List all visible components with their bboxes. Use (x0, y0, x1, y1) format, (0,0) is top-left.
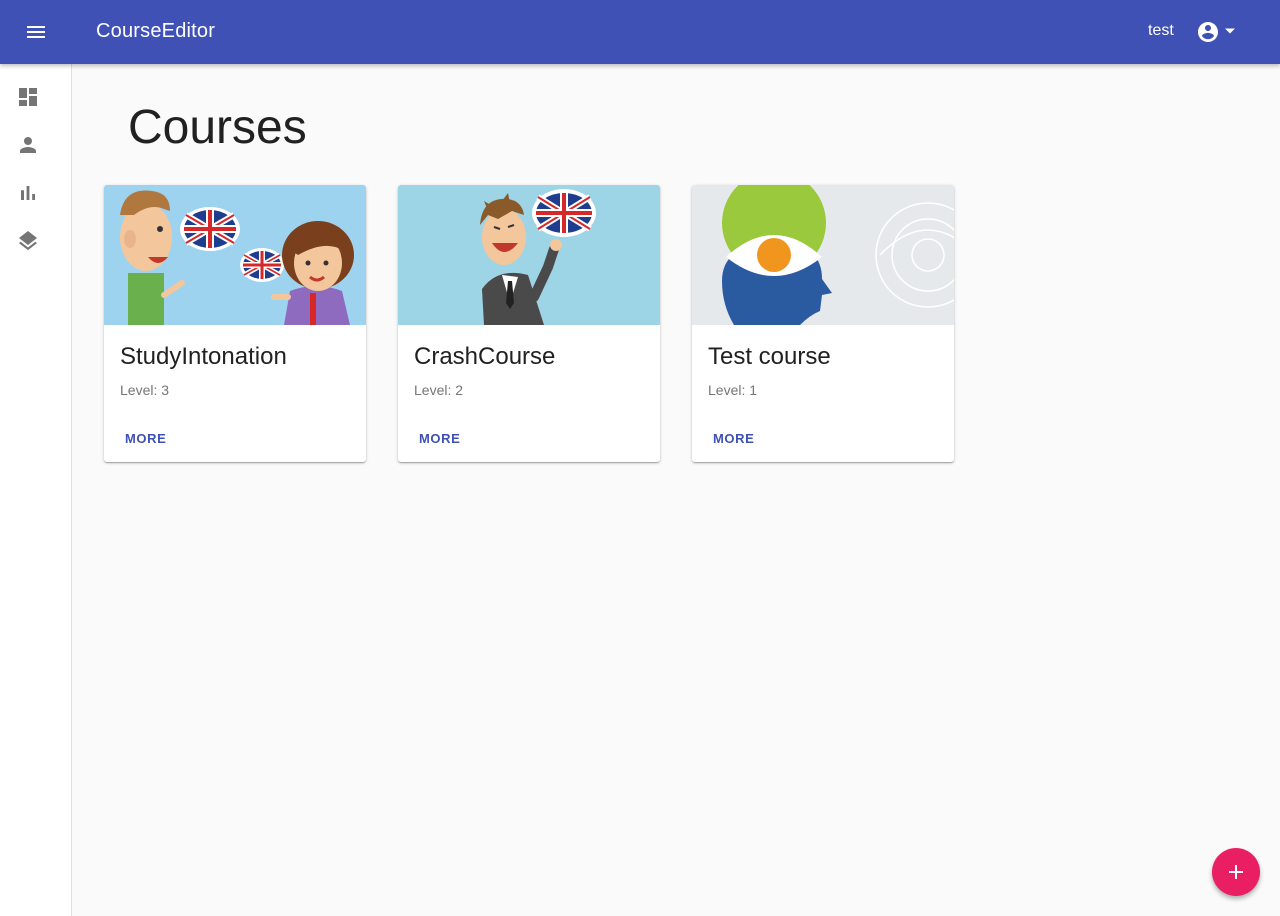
course-level: Level: 3 (120, 382, 170, 398)
layers-icon (19, 231, 37, 251)
course-title: StudyIntonation (120, 343, 287, 370)
course-card[interactable]: Test course Level: 1 MORE (692, 185, 954, 462)
menu-button[interactable] (20, 16, 52, 48)
arrow-drop-down-icon (1225, 28, 1235, 34)
course-image (398, 185, 660, 325)
more-button[interactable]: MORE (116, 425, 175, 453)
app-title: CourseEditor (96, 20, 216, 42)
course-level: Level: 1 (708, 382, 758, 398)
sidebar-item-statistics[interactable] (12, 177, 44, 209)
dashboard-icon (19, 88, 37, 106)
course-title: Test course (708, 343, 831, 370)
course-level: Level: 2 (414, 382, 464, 398)
sidebar-item-layers[interactable] (12, 225, 44, 257)
sidebar (0, 64, 72, 916)
sidebar-item-dashboard[interactable] (12, 81, 44, 113)
course-card[interactable]: StudyIntonation Level: 3 MORE (104, 185, 366, 462)
course-image (104, 185, 366, 325)
sidebar-item-users[interactable] (12, 129, 44, 161)
app-bar: CourseEditor test (0, 0, 1280, 64)
user-name: test (1148, 22, 1174, 39)
course-image (692, 185, 954, 325)
add-icon (1229, 865, 1243, 879)
add-course-button[interactable] (1212, 848, 1260, 896)
menu-icon (27, 26, 45, 38)
more-button[interactable]: MORE (410, 425, 469, 453)
account-menu-button[interactable] (1190, 14, 1244, 50)
bar-chart-icon (21, 186, 35, 200)
account-circle-icon (1198, 22, 1218, 42)
more-button[interactable]: MORE (704, 425, 763, 453)
page-title: Courses (128, 101, 307, 154)
course-card[interactable]: CrashCourse Level: 2 MORE (398, 185, 660, 462)
course-title: CrashCourse (414, 343, 556, 370)
person-icon (20, 137, 36, 153)
